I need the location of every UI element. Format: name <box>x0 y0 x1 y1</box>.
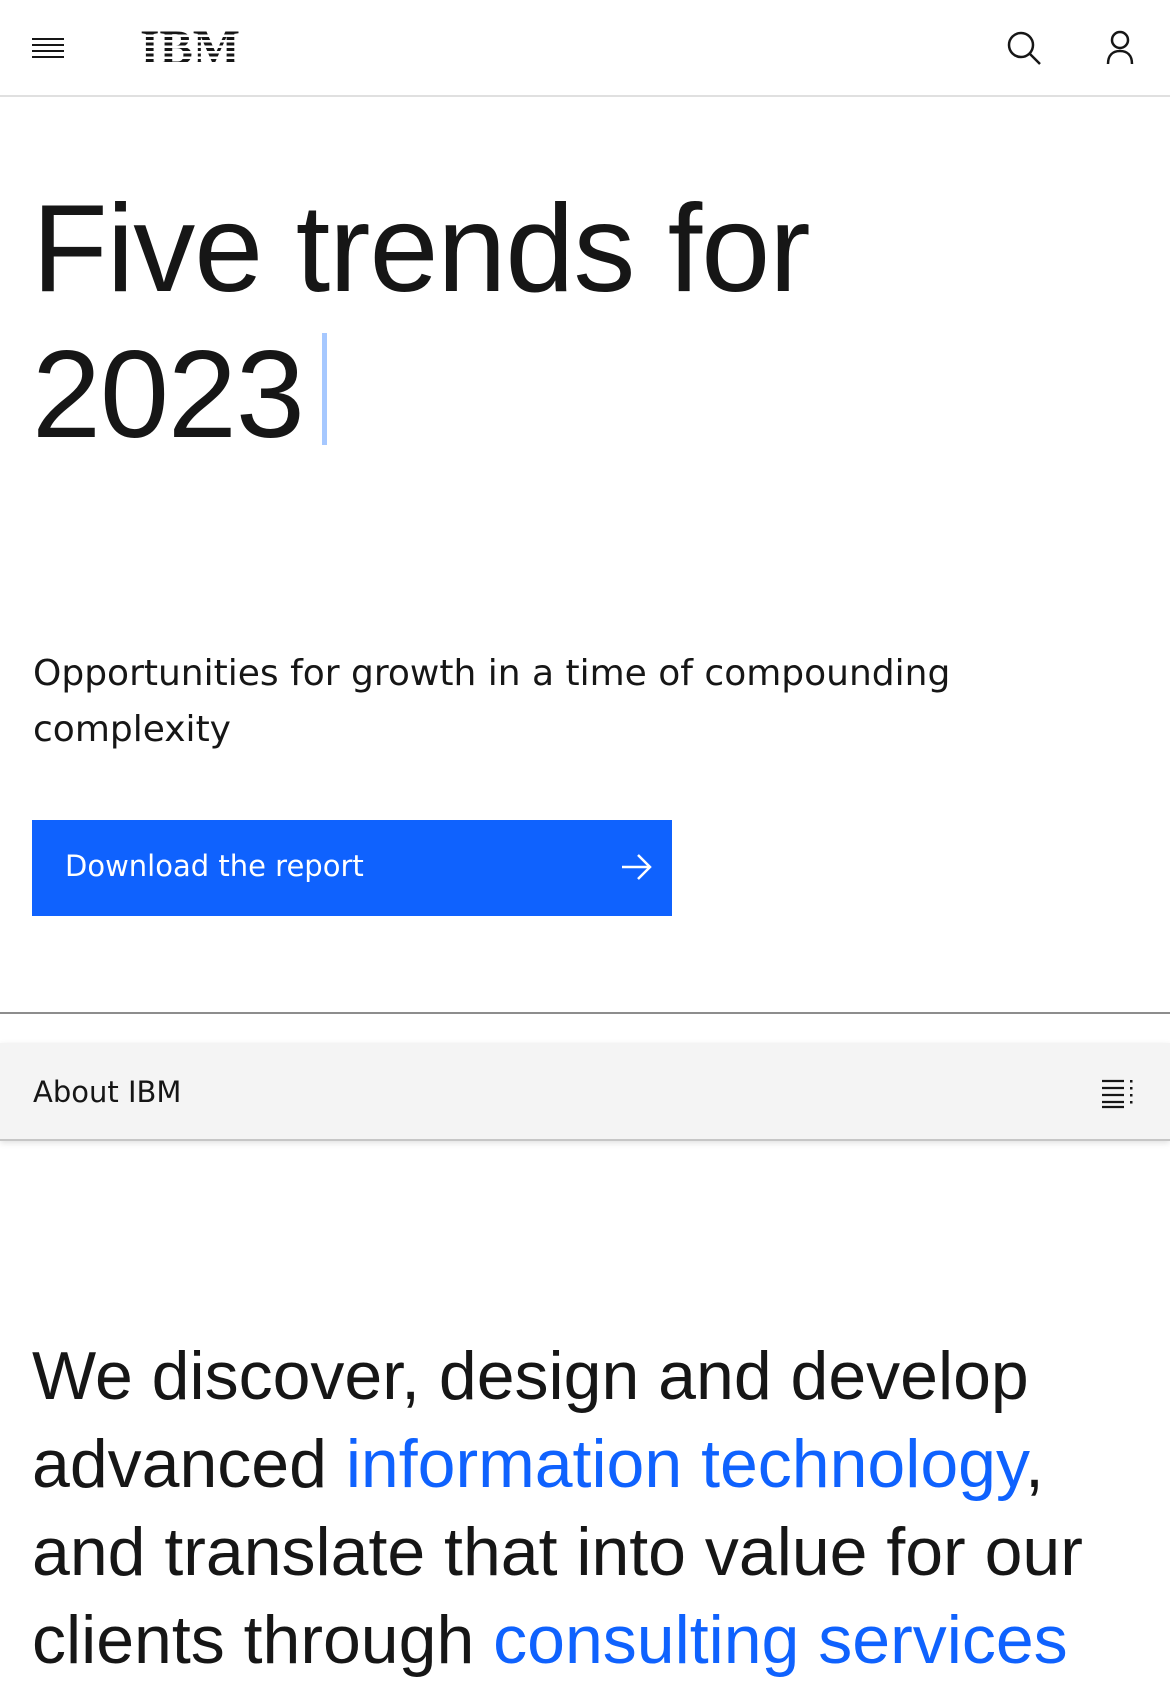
masthead: IBM <box>0 0 1170 97</box>
arrow-right-icon <box>622 854 652 880</box>
table-of-contents-icon[interactable] <box>1100 1077 1136 1109</box>
intro-statement: We discover, design and develop advanced… <box>32 1332 1142 1684</box>
hero-title-line2: 2023 <box>32 326 305 464</box>
local-nav-title[interactable]: About IBM <box>33 1074 181 1110</box>
user-profile-button[interactable] <box>1096 24 1144 72</box>
download-report-button[interactable]: Download the report <box>32 820 672 916</box>
hero-title: Five trends for 2023 <box>32 176 1032 468</box>
consulting-services-link[interactable]: consulting services <box>493 1602 1067 1678</box>
search-button[interactable] <box>1000 24 1048 72</box>
hamburger-menu-icon[interactable] <box>32 36 66 62</box>
section-divider <box>0 1012 1170 1014</box>
local-nav: About IBM <box>0 1043 1170 1141</box>
hero-title-line1: Five trends for <box>32 180 810 318</box>
ibm-logo[interactable]: IBM <box>130 24 250 72</box>
download-report-label: Download the report <box>65 849 364 883</box>
search-icon <box>1007 31 1041 65</box>
typing-cursor <box>321 333 327 445</box>
user-profile-icon <box>1106 30 1134 65</box>
information-technology-link[interactable]: information technology <box>346 1426 1025 1502</box>
hero-subtitle: Opportunities for growth in a time of co… <box>33 653 951 750</box>
